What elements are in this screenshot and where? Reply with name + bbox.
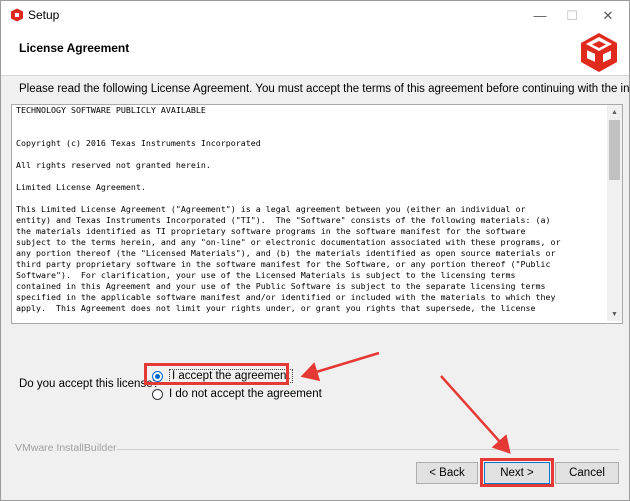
cancel-button-label: Cancel [569, 467, 605, 479]
close-icon: ✕ [602, 7, 614, 23]
license-scrollbar[interactable]: ▲ ▼ [607, 105, 622, 321]
decline-radio-option[interactable]: I do not accept the agreement [152, 388, 322, 400]
minimize-icon: — [533, 8, 547, 23]
back-button[interactable]: < Back [416, 462, 478, 484]
scroll-down-icon[interactable]: ▼ [607, 307, 622, 321]
next-highlight-box [480, 458, 554, 487]
page-header: License Agreement [1, 30, 629, 76]
accept-highlight-box [144, 363, 289, 385]
cancel-button[interactable]: Cancel [555, 462, 619, 484]
license-text: TECHNOLOGY SOFTWARE PUBLICLY AVAILABLE C… [16, 105, 561, 313]
title-bar: Setup — ☐ ✕ [1, 1, 629, 30]
arrow-to-accept [300, 351, 380, 382]
license-text-area[interactable]: TECHNOLOGY SOFTWARE PUBLICLY AVAILABLE C… [11, 104, 623, 324]
scroll-up-icon[interactable]: ▲ [607, 105, 622, 119]
decline-radio-label[interactable]: I do not accept the agreement [169, 388, 322, 400]
accept-question: Do you accept this license? [19, 378, 159, 390]
page-title: License Agreement [19, 41, 130, 55]
decline-radio-button[interactable] [152, 388, 163, 400]
footer-divider [117, 449, 619, 450]
arrow-to-next [440, 375, 511, 454]
installer-brand: VMware InstallBuilder [15, 442, 117, 454]
close-window-button[interactable]: ✕ [585, 1, 629, 30]
app-icon [11, 8, 23, 22]
maximize-icon: ☐ [566, 7, 578, 23]
back-button-label: < Back [429, 467, 465, 479]
bitrock-cube-icon [581, 33, 617, 72]
setup-window: Setup — ☐ ✕ License Agreement Please rea… [0, 0, 630, 501]
scroll-thumb[interactable] [609, 120, 620, 180]
instructions-text: Please read the following License Agreem… [19, 83, 630, 95]
window-title: Setup [28, 8, 60, 22]
